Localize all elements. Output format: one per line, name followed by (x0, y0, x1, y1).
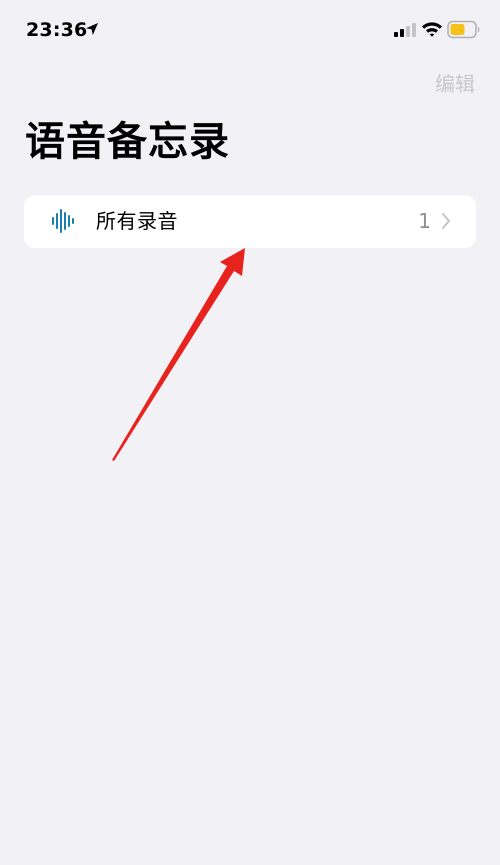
recordings-list: 所有录音 1 (24, 195, 476, 248)
waveform-icon (52, 209, 74, 233)
status-bar: 23:36 (0, 0, 500, 60)
cellular-signal-icon (394, 23, 416, 37)
list-item-all-recordings[interactable]: 所有录音 1 (24, 195, 476, 248)
list-item-label: 所有录音 (96, 209, 178, 233)
battery-icon (447, 20, 480, 39)
chevron-right-icon (442, 213, 450, 229)
status-time: 23:36 (26, 19, 88, 41)
edit-button[interactable]: 编辑 (435, 70, 475, 98)
wifi-icon (422, 22, 442, 37)
location-arrow-icon (86, 23, 98, 35)
list-item-count: 1 (418, 209, 431, 233)
page-title: 语音备忘录 (25, 119, 230, 165)
